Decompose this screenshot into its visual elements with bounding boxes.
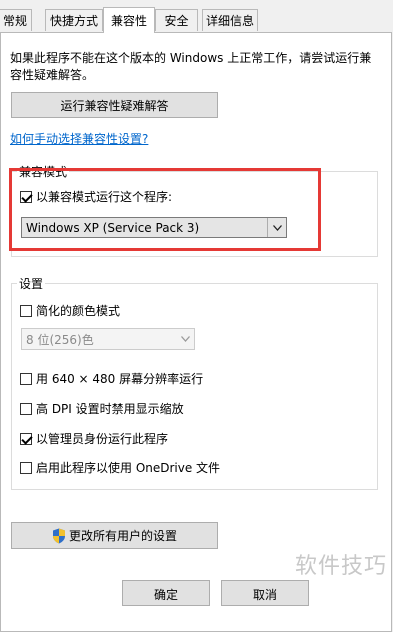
cancel-button[interactable]: 取消 <box>221 580 309 606</box>
reduced-color-checkbox-box[interactable] <box>20 304 32 317</box>
res640-checkbox-box[interactable] <box>20 372 32 385</box>
shield-icon <box>52 528 65 543</box>
disable-dpi-scaling-checkbox[interactable]: 高 DPI 设置时禁用显示缩放 <box>20 400 184 417</box>
run-as-admin-checkbox[interactable]: 以管理员身份运行此程序 <box>20 430 168 447</box>
tab-shortcut[interactable]: 快捷方式 <box>45 9 103 31</box>
highlight-annotation-box <box>9 168 321 251</box>
onedrive-checkbox-box[interactable] <box>20 461 32 474</box>
run-as-admin-checkbox-box[interactable] <box>20 432 32 445</box>
reduced-color-checkbox[interactable]: 简化的颜色模式 <box>20 302 120 319</box>
color-depth-select-value: 8 位(256)色 <box>26 332 94 347</box>
tab-details[interactable]: 详细信息 <box>202 9 258 31</box>
tab-strip: 常规 快捷方式 兼容性 安全 详细信息 <box>0 0 393 33</box>
run-as-admin-label: 以管理员身份运行此程序 <box>36 432 169 446</box>
res640-label: 用 640 × 480 屏幕分辨率运行 <box>36 372 204 386</box>
ok-button[interactable]: 确定 <box>122 580 210 606</box>
intro-text: 如果此程序不能在这个版本的 Windows 上正常工作，请尝试运行兼容性疑难解答… <box>10 51 372 82</box>
settings-legend: 设置 <box>17 275 46 292</box>
disable-dpi-scaling-label: 高 DPI 设置时禁用显示缩放 <box>36 402 184 416</box>
tab-security[interactable]: 安全 <box>155 9 198 31</box>
tab-compatibility[interactable]: 兼容性 <box>103 7 155 33</box>
disable-dpi-scaling-checkbox-box[interactable] <box>20 402 32 415</box>
color-depth-select[interactable]: 8 位(256)色 <box>21 328 195 350</box>
manual-settings-link[interactable]: 如何手动选择兼容性设置? <box>10 130 148 147</box>
run-troubleshooter-button[interactable]: 运行兼容性疑难解答 <box>11 92 218 118</box>
onedrive-label: 启用此程序以使用 OneDrive 文件 <box>36 461 221 475</box>
watermark: 软件技巧 <box>294 554 387 579</box>
tab-general[interactable]: 常规 <box>0 9 32 31</box>
reduced-color-label: 简化的颜色模式 <box>36 304 121 318</box>
onedrive-checkbox[interactable]: 启用此程序以使用 OneDrive 文件 <box>20 459 220 476</box>
chevron-down-icon[interactable] <box>176 329 194 349</box>
change-all-users-button[interactable]: 更改所有用户的设置 <box>11 522 218 549</box>
res640-checkbox[interactable]: 用 640 × 480 屏幕分辨率运行 <box>20 370 203 387</box>
change-all-users-label: 更改所有用户的设置 <box>68 529 177 543</box>
